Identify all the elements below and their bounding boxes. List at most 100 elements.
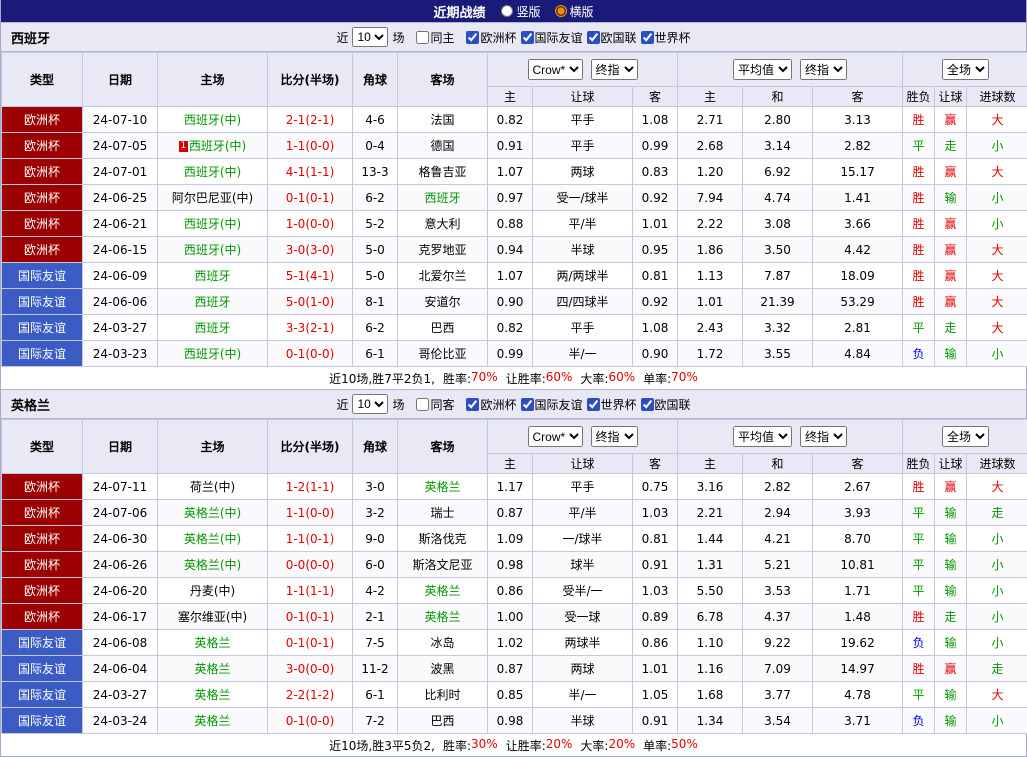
filter-row: 英格兰近10场同客欧洲杯国际友谊世界杯欧国联 bbox=[1, 389, 1026, 419]
stat-label: 大率: bbox=[580, 737, 608, 754]
cell-handicap-odds: 0.82 bbox=[488, 107, 533, 133]
home-team-name: 西班牙(中) bbox=[184, 347, 241, 361]
same-venue-input[interactable] bbox=[416, 398, 429, 411]
league-filter-checkbox[interactable]: 国际友谊 bbox=[521, 29, 583, 46]
league-filter-checkbox[interactable]: 欧洲杯 bbox=[466, 29, 516, 46]
league-filter-checkbox[interactable]: 欧国联 bbox=[641, 396, 691, 413]
league-filter-checkbox[interactable]: 世界杯 bbox=[641, 29, 691, 46]
cell-average-odds: 1.13 bbox=[678, 263, 743, 289]
cell-date: 24-06-15 bbox=[83, 237, 158, 263]
cell-result: 走 bbox=[967, 500, 1027, 526]
cell-league-type: 国际友谊 bbox=[2, 289, 83, 315]
league-filter-input[interactable] bbox=[641, 398, 654, 411]
cell-date: 24-03-27 bbox=[83, 682, 158, 708]
summary-stat: 大率:20% bbox=[580, 737, 635, 754]
cell-result: 大 bbox=[967, 474, 1027, 500]
cell-average-odds: 21.39 bbox=[743, 289, 813, 315]
same-venue-label: 同主 bbox=[430, 29, 454, 46]
table-row: 欧洲杯24-07-06英格兰(中)1-1(0-0)3-2瑞士0.87平/半1.0… bbox=[2, 500, 1027, 526]
layout-option-vertical[interactable]: 竖版 bbox=[501, 3, 540, 20]
cell-home-team: 英格兰(中) bbox=[158, 500, 268, 526]
league-filter-checkbox[interactable]: 国际友谊 bbox=[521, 396, 583, 413]
summary-row: 近10场,胜7平2负1,胜率:70%让胜率:60%大率:60%单率:70% bbox=[1, 367, 1026, 389]
odds-source-select[interactable]: 平均值 bbox=[733, 59, 792, 80]
cell-handicap-odds: 0.89 bbox=[633, 604, 678, 630]
cell-result: 胜 bbox=[903, 237, 935, 263]
league-filter-input[interactable] bbox=[641, 31, 654, 44]
cell-average-odds: 9.22 bbox=[743, 630, 813, 656]
league-filter-input[interactable] bbox=[521, 398, 534, 411]
same-venue-input[interactable] bbox=[416, 31, 429, 44]
cell-corner: 3-2 bbox=[353, 500, 398, 526]
filter-prefix-label: 近 bbox=[336, 396, 348, 413]
cell-league-type: 欧洲杯 bbox=[2, 526, 83, 552]
cell-result: 平 bbox=[903, 578, 935, 604]
league-filter-input[interactable] bbox=[466, 31, 479, 44]
filter-suffix-label: 场 bbox=[392, 396, 404, 413]
odds-time-select[interactable]: 终指 bbox=[800, 426, 847, 447]
league-filter-input[interactable] bbox=[587, 398, 600, 411]
cell-handicap-odds: 半球 bbox=[533, 237, 633, 263]
layout-radio[interactable] bbox=[501, 5, 513, 17]
cell-average-odds: 4.78 bbox=[813, 682, 903, 708]
cell-result: 大 bbox=[967, 263, 1027, 289]
cell-handicap-odds: 0.95 bbox=[633, 237, 678, 263]
cell-average-odds: 4.74 bbox=[743, 185, 813, 211]
cell-away-team: 哥伦比亚 bbox=[398, 341, 488, 367]
cell-handicap-odds: 平手 bbox=[533, 107, 633, 133]
odds-time-select[interactable]: 终指 bbox=[591, 59, 638, 80]
cell-average-odds: 2.21 bbox=[678, 500, 743, 526]
odds-source-select[interactable]: 全场 bbox=[942, 426, 989, 447]
cell-league-type: 欧洲杯 bbox=[2, 185, 83, 211]
summary-stat: 单率:70% bbox=[643, 370, 698, 387]
cell-handicap-odds: 0.83 bbox=[633, 159, 678, 185]
sub-column-header: 胜负 bbox=[903, 87, 935, 107]
cell-away-team: 英格兰 bbox=[398, 604, 488, 630]
cell-away-team: 格鲁吉亚 bbox=[398, 159, 488, 185]
cell-home-team: 英格兰 bbox=[158, 656, 268, 682]
recent-results-page: 近期战绩 竖版横版 西班牙近10场同主欧洲杯国际友谊欧国联世界杯类型日期主场比分… bbox=[0, 0, 1027, 757]
layout-radio[interactable] bbox=[555, 5, 567, 17]
cell-corner: 8-1 bbox=[353, 289, 398, 315]
cell-corner: 6-1 bbox=[353, 341, 398, 367]
odds-source-select[interactable]: 平均值 bbox=[733, 426, 792, 447]
cell-handicap-odds: 0.90 bbox=[488, 289, 533, 315]
column-header: 客场 bbox=[398, 420, 488, 474]
cell-result: 小 bbox=[967, 133, 1027, 159]
cell-handicap-odds: 0.97 bbox=[488, 185, 533, 211]
cell-date: 24-03-24 bbox=[83, 708, 158, 734]
league-filter-input[interactable] bbox=[521, 31, 534, 44]
cell-home-team: 英格兰 bbox=[158, 708, 268, 734]
league-filter-checkbox[interactable]: 欧洲杯 bbox=[466, 396, 516, 413]
cell-date: 24-03-23 bbox=[83, 341, 158, 367]
cell-league-type: 欧洲杯 bbox=[2, 133, 83, 159]
league-filter-input[interactable] bbox=[466, 398, 479, 411]
cell-date: 24-06-26 bbox=[83, 552, 158, 578]
cell-average-odds: 1.16 bbox=[678, 656, 743, 682]
red-card-badge: 1 bbox=[179, 141, 188, 152]
league-filter-checkbox[interactable]: 欧国联 bbox=[587, 29, 637, 46]
match-count-select[interactable]: 10 bbox=[352, 394, 388, 414]
cell-result: 大 bbox=[967, 159, 1027, 185]
cell-score: 1-1(0-1) bbox=[268, 526, 353, 552]
league-filter-input[interactable] bbox=[587, 31, 600, 44]
cell-home-team: 塞尔维亚(中) bbox=[158, 604, 268, 630]
odds-source-select[interactable]: Crow* bbox=[528, 59, 583, 80]
league-filter-checkbox[interactable]: 世界杯 bbox=[587, 396, 637, 413]
away-team-name: 意大利 bbox=[424, 217, 460, 231]
layout-option-label: 横版 bbox=[570, 3, 594, 20]
cell-average-odds: 5.21 bbox=[743, 552, 813, 578]
odds-source-select[interactable]: Crow* bbox=[528, 426, 583, 447]
match-count-select[interactable]: 10 bbox=[352, 27, 388, 47]
same-venue-checkbox[interactable]: 同客 bbox=[416, 396, 454, 413]
cell-home-team: 西班牙(中) bbox=[158, 211, 268, 237]
same-venue-checkbox[interactable]: 同主 bbox=[416, 29, 454, 46]
odds-time-select[interactable]: 终指 bbox=[800, 59, 847, 80]
odds-source-select[interactable]: 全场 bbox=[942, 59, 989, 80]
sub-column-header: 主 bbox=[678, 454, 743, 474]
cell-result: 输 bbox=[935, 500, 967, 526]
cell-away-team: 斯洛伐克 bbox=[398, 526, 488, 552]
layout-option-horizontal[interactable]: 横版 bbox=[555, 3, 594, 20]
odds-time-select[interactable]: 终指 bbox=[591, 426, 638, 447]
home-team-name: 英格兰 bbox=[194, 662, 230, 676]
